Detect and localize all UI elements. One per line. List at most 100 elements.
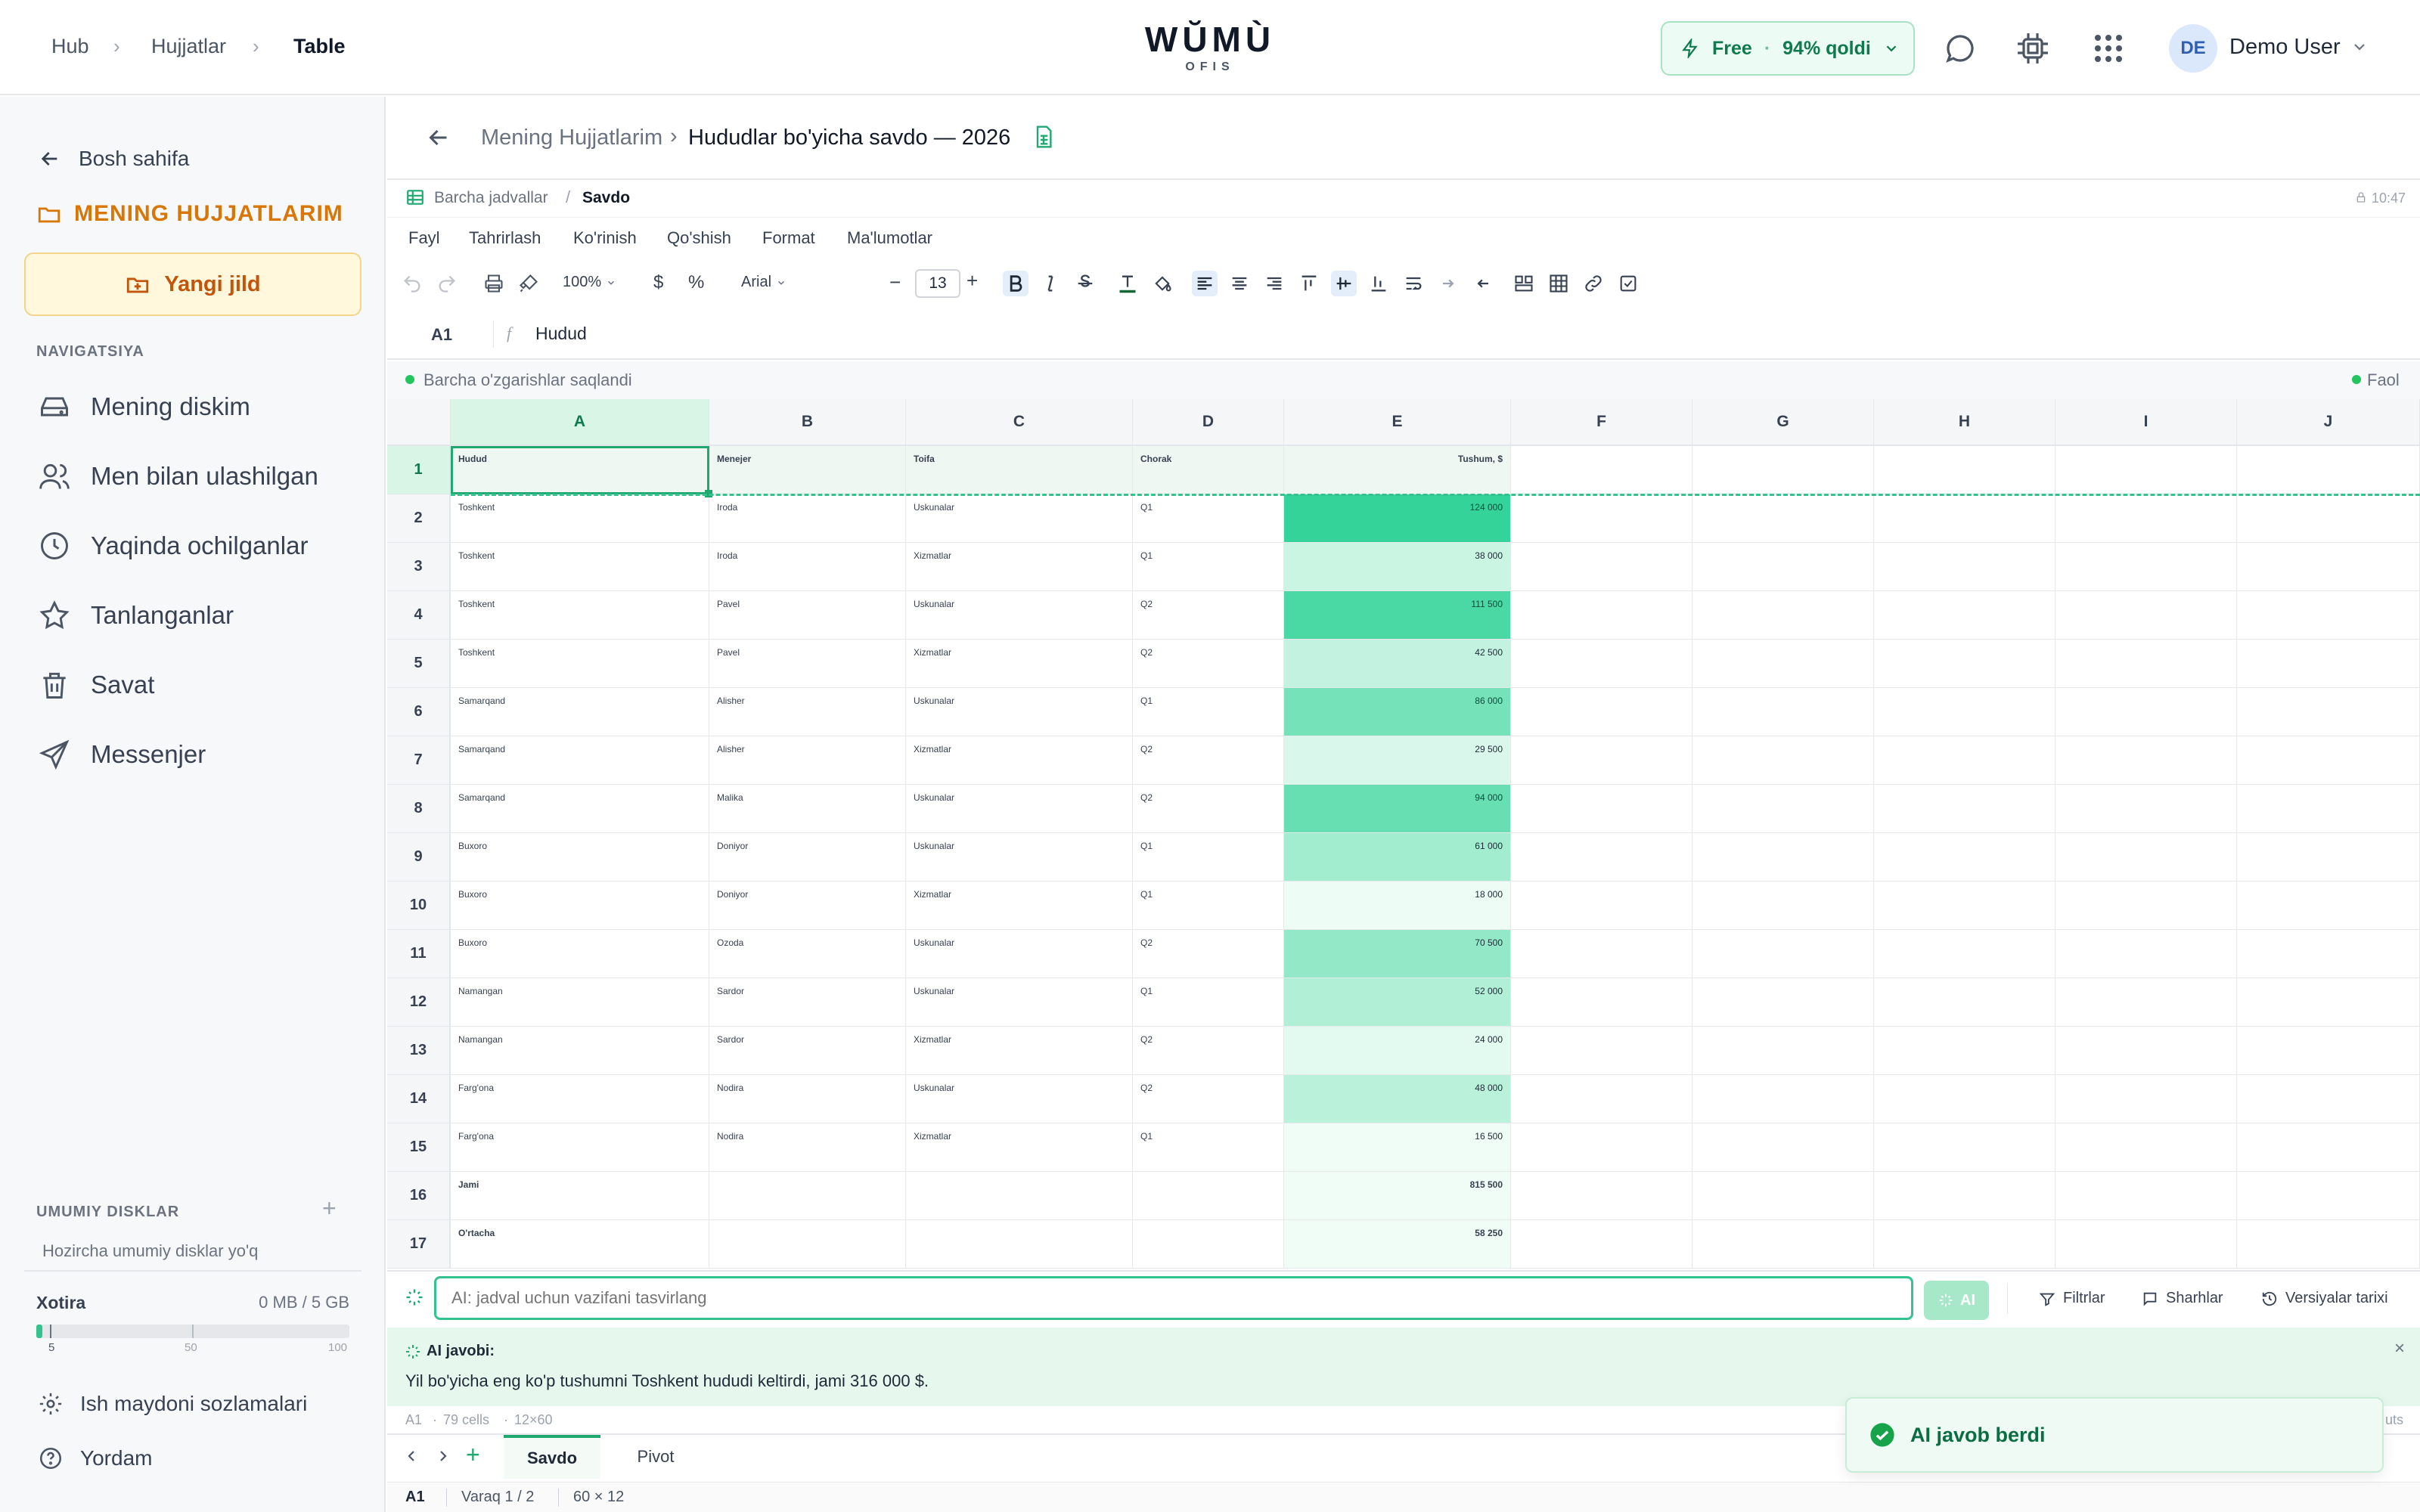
table-cell[interactable]: Uskunalar (906, 1075, 1133, 1123)
table-cell[interactable] (2237, 1027, 2420, 1075)
wrap-text-icon[interactable] (1401, 271, 1426, 296)
table-cell[interactable] (1692, 494, 1874, 543)
menu-insert[interactable]: Qo'shish (667, 228, 731, 248)
table-cell[interactable]: 58 250 (1284, 1220, 1511, 1269)
table-cell[interactable]: Xizmatlar (906, 640, 1133, 688)
add-shared-drive-icon[interactable]: + (322, 1194, 337, 1222)
table-cell[interactable]: 24 000 (1284, 1027, 1511, 1075)
table-cell[interactable] (1692, 543, 1874, 591)
row-header[interactable]: 11 (387, 930, 451, 978)
table-cell[interactable]: Uskunalar (906, 591, 1133, 640)
chevron-right-icon[interactable] (434, 1447, 452, 1465)
filters-button[interactable]: Filtrlar (2039, 1290, 2105, 1307)
table-cell[interactable] (1511, 833, 1692, 881)
table-cell[interactable] (1511, 736, 1692, 785)
table-cell[interactable] (2237, 446, 2420, 494)
row-header[interactable]: 5 (387, 640, 451, 688)
table-cell[interactable] (1874, 978, 2055, 1027)
column-header-h[interactable]: H (1874, 399, 2055, 446)
table-cell[interactable] (2237, 833, 2420, 881)
avatar[interactable]: DE (2169, 24, 2217, 73)
table-cell[interactable] (2055, 640, 2237, 688)
table-cell[interactable]: Doniyor (709, 881, 906, 930)
table-cell[interactable]: Q1 (1133, 688, 1284, 736)
table-cell[interactable] (1692, 881, 1874, 930)
table-cell[interactable]: Buxoro (451, 833, 709, 881)
row-header[interactable]: 13 (387, 1027, 451, 1075)
table-cell[interactable]: 16 500 (1284, 1123, 1511, 1172)
close-icon[interactable]: × (2394, 1338, 2405, 1359)
table-cell[interactable]: 48 000 (1284, 1075, 1511, 1123)
table-cell[interactable] (1692, 930, 1874, 978)
table-cell[interactable] (1692, 591, 1874, 640)
row-header[interactable]: 12 (387, 978, 451, 1027)
row-header[interactable]: 4 (387, 591, 451, 640)
table-cell[interactable] (2055, 833, 2237, 881)
redo-icon[interactable] (434, 271, 460, 296)
table-cell[interactable] (1874, 446, 2055, 494)
column-header-f[interactable]: F (1511, 399, 1692, 446)
table-cell[interactable]: Alisher (709, 688, 906, 736)
strikethrough-icon[interactable] (1072, 271, 1098, 296)
table-cell[interactable] (1511, 591, 1692, 640)
table-cell[interactable] (2237, 543, 2420, 591)
table-cell[interactable]: Xizmatlar (906, 1123, 1133, 1172)
table-cell[interactable] (2055, 688, 2237, 736)
table-cell[interactable] (1874, 785, 2055, 833)
row-header[interactable]: 2 (387, 494, 451, 543)
zoom-select[interactable]: 100% (563, 274, 616, 291)
table-cell[interactable]: Pavel (709, 591, 906, 640)
table-cell[interactable]: Samarqand (451, 736, 709, 785)
table-cell[interactable]: Chorak (1133, 446, 1284, 494)
table-cell[interactable]: Malika (709, 785, 906, 833)
table-cell[interactable] (1511, 494, 1692, 543)
table-cell[interactable] (2237, 688, 2420, 736)
table-cell[interactable]: Q1 (1133, 494, 1284, 543)
table-cell[interactable] (2055, 543, 2237, 591)
help-link[interactable]: Yordam (38, 1445, 152, 1471)
tab-pivot[interactable]: Pivot (614, 1435, 697, 1479)
column-header-c[interactable]: C (906, 399, 1133, 446)
table-cell[interactable] (2237, 736, 2420, 785)
sidebar-item-starred[interactable]: Tanlanganlar (38, 599, 234, 632)
table-cell[interactable] (1511, 1220, 1692, 1269)
font-size-input[interactable]: 13 (915, 269, 960, 298)
table-cell[interactable] (2237, 494, 2420, 543)
table-cell[interactable] (1692, 1172, 1874, 1220)
table-cell[interactable] (2055, 930, 2237, 978)
table-cell[interactable] (906, 1172, 1133, 1220)
font-size-increase-button[interactable]: + (966, 269, 978, 293)
table-cell[interactable] (1692, 833, 1874, 881)
table-cell[interactable] (2055, 978, 2237, 1027)
breadcrumb-docs[interactable]: Hujjatlar (151, 35, 226, 58)
table-cell[interactable] (1874, 688, 2055, 736)
checkbox-icon[interactable] (1615, 271, 1641, 296)
table-cell[interactable] (2055, 591, 2237, 640)
table-cell[interactable]: Toshkent (451, 543, 709, 591)
table-cell[interactable] (2055, 1220, 2237, 1269)
table-cell[interactable] (1874, 881, 2055, 930)
table-cell[interactable]: Q2 (1133, 736, 1284, 785)
table-cell[interactable] (709, 1220, 906, 1269)
ai-prompt-input[interactable] (434, 1276, 1913, 1320)
align-right-icon[interactable] (1261, 271, 1287, 296)
table-cell[interactable]: Q2 (1133, 1027, 1284, 1075)
table-cell[interactable] (2237, 1123, 2420, 1172)
table-cell[interactable]: 42 500 (1284, 640, 1511, 688)
borders-icon[interactable] (1546, 271, 1571, 296)
table-cell[interactable]: Nodira (709, 1075, 906, 1123)
plan-button[interactable]: Free · 94% qoldi (1661, 21, 1915, 76)
table-cell[interactable] (2237, 978, 2420, 1027)
user-name[interactable]: Demo User (2229, 35, 2341, 60)
text-color-icon[interactable] (1115, 271, 1140, 296)
table-cell[interactable] (2237, 1075, 2420, 1123)
table-cell[interactable]: Ozoda (709, 930, 906, 978)
column-header-g[interactable]: G (1692, 399, 1874, 446)
table-cell[interactable]: Samarqand (451, 785, 709, 833)
table-cell[interactable]: Uskunalar (906, 833, 1133, 881)
doc-title[interactable]: Hududlar bo'yicha savdo — 2026 (688, 125, 1010, 150)
merge-cells-icon[interactable] (1511, 271, 1537, 296)
table-cell[interactable]: Iroda (709, 543, 906, 591)
align-left-icon[interactable] (1192, 271, 1218, 296)
table-cell[interactable]: 815 500 (1284, 1172, 1511, 1220)
